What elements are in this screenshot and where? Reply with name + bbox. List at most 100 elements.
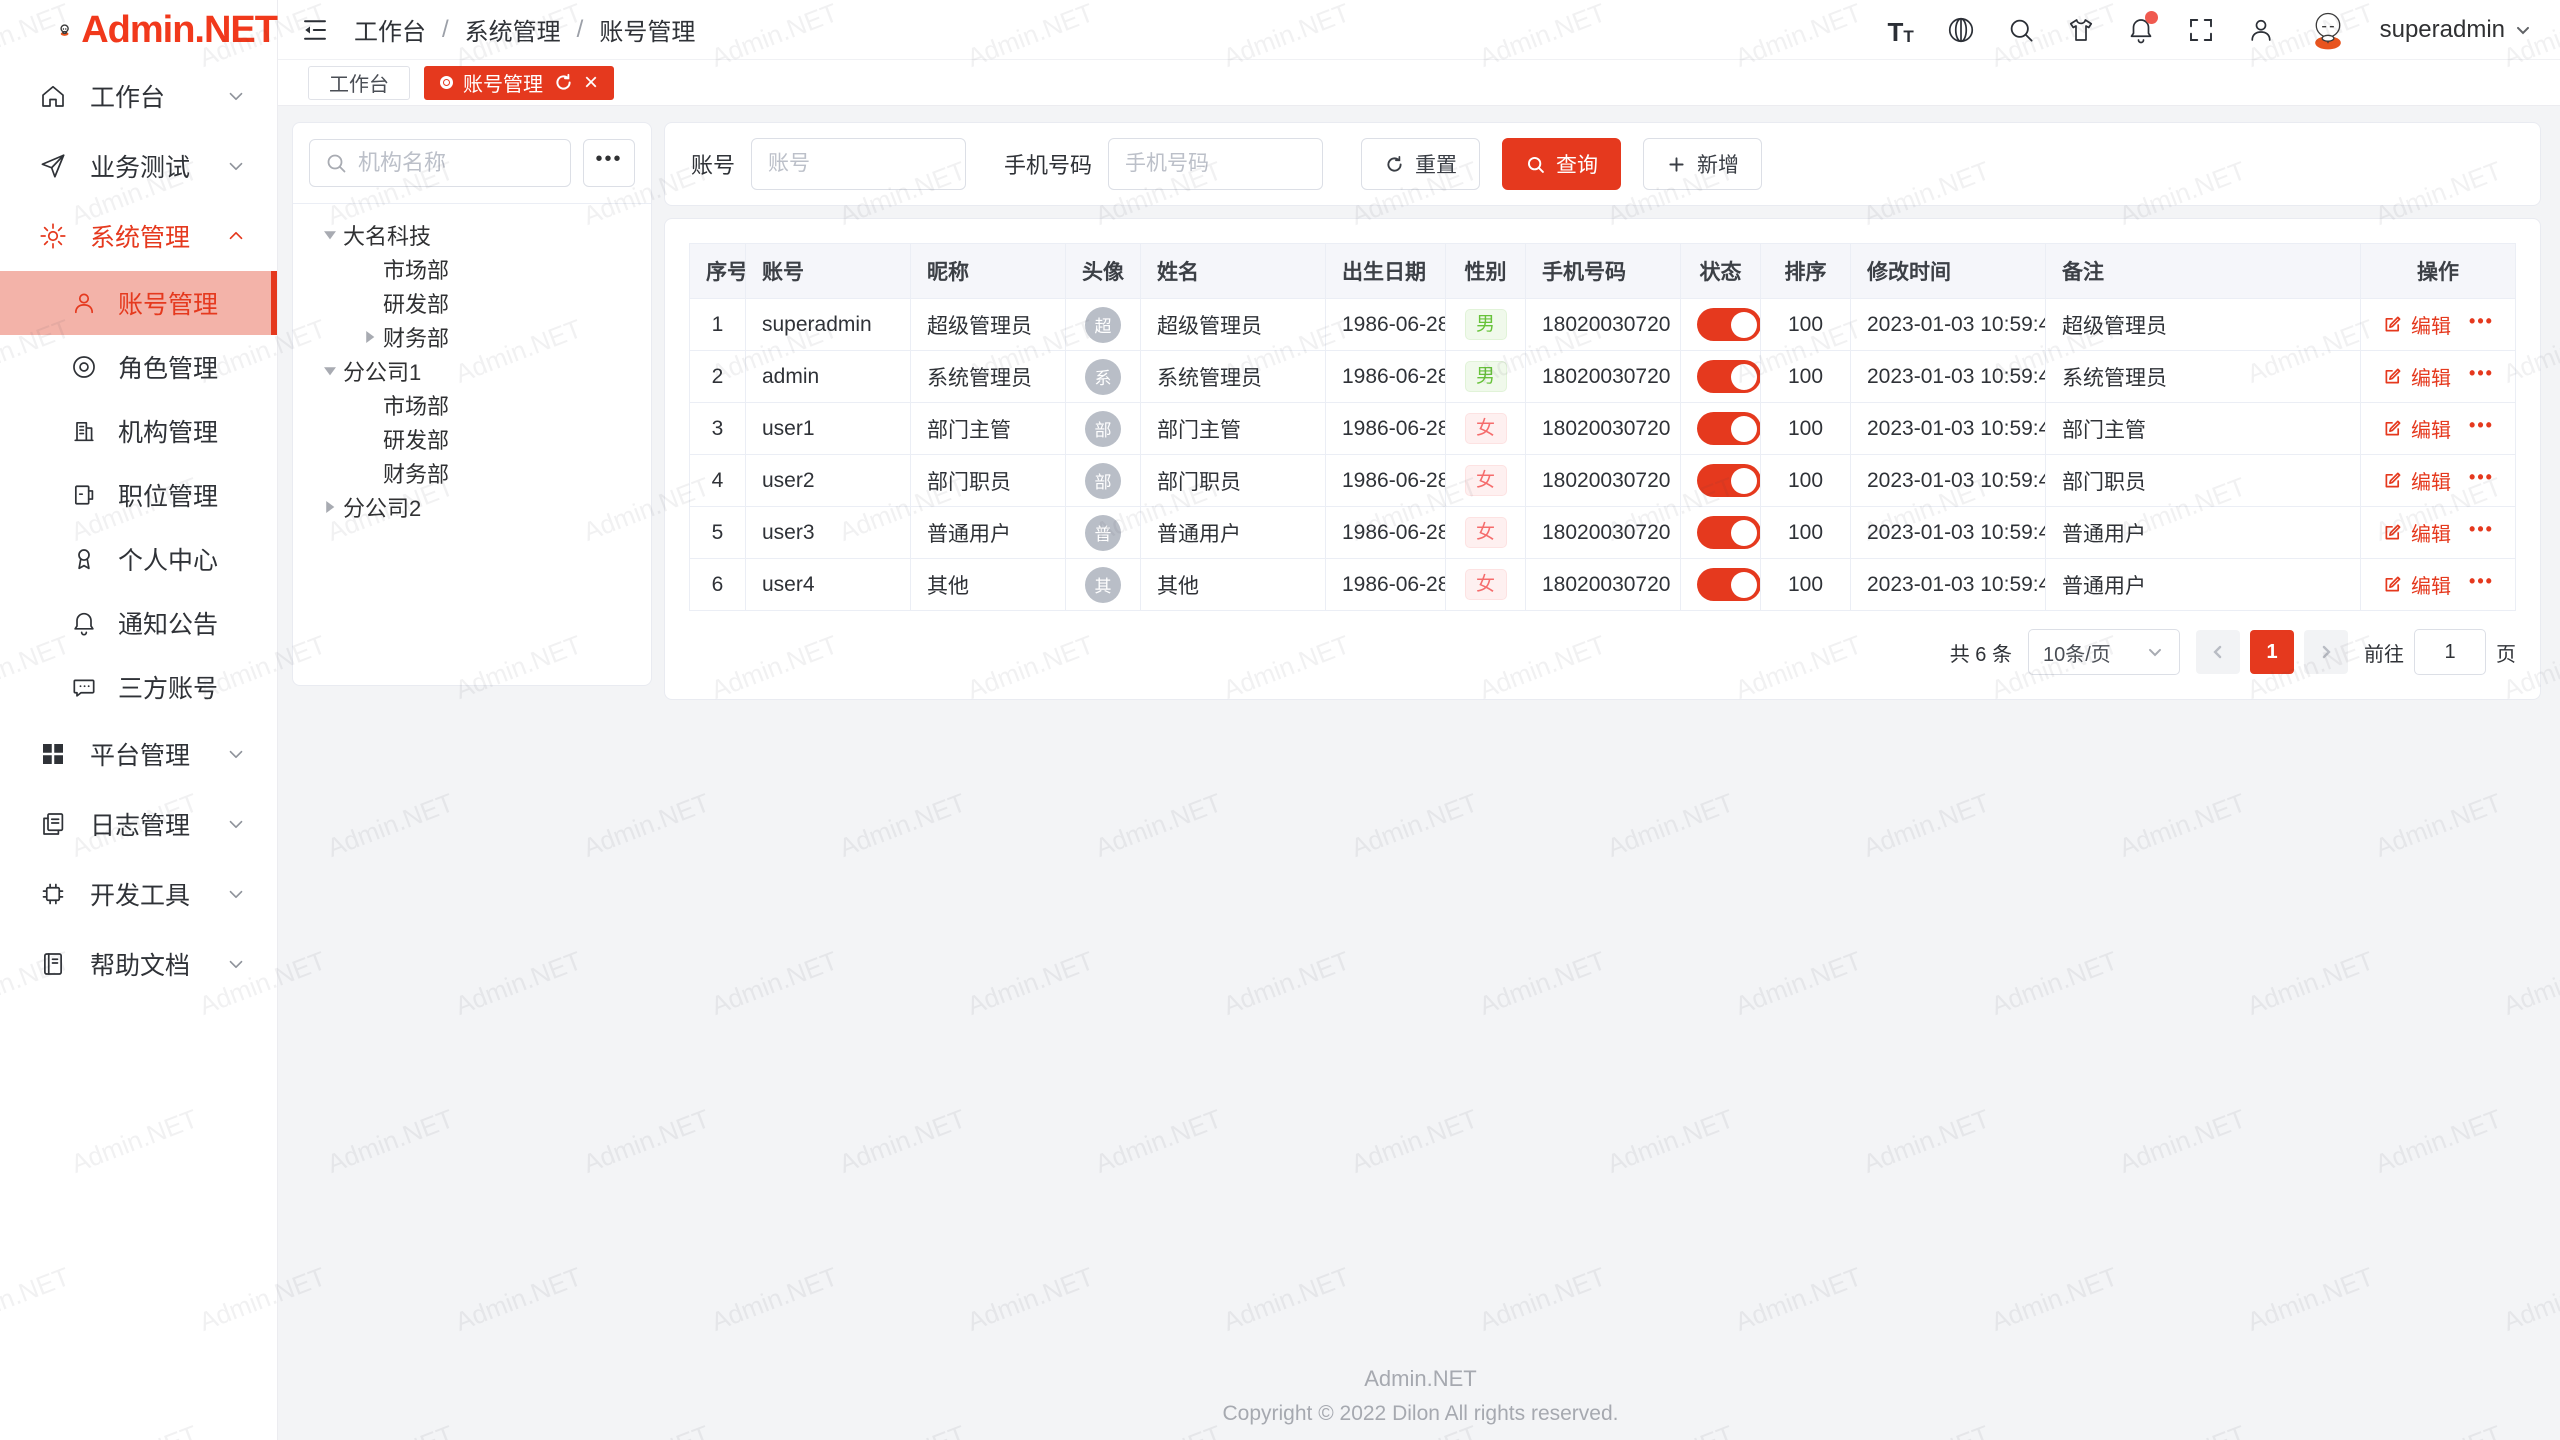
cell-avatar: 部 <box>1066 403 1141 455</box>
sidebar-subitem-机构管理[interactable]: 机构管理 <box>0 399 277 463</box>
org-search-box <box>309 139 571 187</box>
org-more-button[interactable]: ••• <box>583 139 635 187</box>
breadcrumb-item[interactable]: 账号管理 <box>599 12 695 47</box>
right-column: 账号 手机号码 重置 <box>664 122 2541 1440</box>
cell-index: 2 <box>690 351 746 403</box>
caret-down-icon[interactable] <box>317 222 343 248</box>
tree-node-研发部[interactable]: 研发部 <box>301 286 643 320</box>
phone-input[interactable] <box>1108 138 1323 190</box>
chat-icon <box>70 673 98 701</box>
tab-close-icon[interactable]: × <box>584 71 598 95</box>
more-actions-button[interactable]: ••• <box>2469 571 2494 598</box>
sidebar-item-开发工具[interactable]: 开发工具 <box>0 859 277 929</box>
theme-icon[interactable] <box>2066 15 2096 45</box>
sidebar-item-业务测试[interactable]: 业务测试 <box>0 131 277 201</box>
cell-actions: 编辑 ••• <box>2361 559 2516 611</box>
goto-page-input[interactable] <box>2414 629 2486 675</box>
tree-node-研发部[interactable]: 研发部 <box>301 422 643 456</box>
gender-badge: 男 <box>1465 361 1507 392</box>
sidebar-subitem-label: 角色管理 <box>118 349 218 385</box>
more-actions-button[interactable]: ••• <box>2469 311 2494 338</box>
edit-button[interactable]: 编辑 <box>2382 570 2451 599</box>
sidebar-item-日志管理[interactable]: 日志管理 <box>0 789 277 859</box>
caret-right-icon[interactable] <box>317 494 343 520</box>
tree-node-label: 分公司1 <box>343 355 421 387</box>
table-row: 3user1部门主管部部门主管1986-06-28女18020030720100… <box>690 403 2516 455</box>
tab-workbench[interactable]: 工作台 <box>308 66 410 100</box>
sidebar-subitem-通知公告[interactable]: 通知公告 <box>0 591 277 655</box>
notification-badge <box>2145 11 2158 24</box>
edit-button[interactable]: 编辑 <box>2382 518 2451 547</box>
edit-button[interactable]: 编辑 <box>2382 362 2451 391</box>
book-icon <box>38 949 68 979</box>
sidebar-item-系统管理[interactable]: 系统管理 <box>0 201 277 271</box>
sidebar-item-平台管理[interactable]: 平台管理 <box>0 719 277 789</box>
status-toggle[interactable] <box>1697 464 1761 497</box>
status-toggle[interactable] <box>1697 308 1761 341</box>
sidebar-subitem-个人中心[interactable]: 个人中心 <box>0 527 277 591</box>
status-toggle[interactable] <box>1697 360 1761 393</box>
tree-node-财务部[interactable]: 财务部 <box>301 320 643 354</box>
page-size-select[interactable]: 10条/页 <box>2028 629 2180 675</box>
account-input[interactable] <box>751 138 966 190</box>
cell-sort: 100 <box>1761 455 1851 507</box>
phone-label: 手机号码 <box>1004 148 1092 180</box>
tree-node-分公司1[interactable]: 分公司1 <box>301 354 643 388</box>
fullscreen-icon[interactable] <box>2186 15 2216 45</box>
more-actions-button[interactable]: ••• <box>2469 363 2494 390</box>
prev-page-button[interactable] <box>2196 630 2240 674</box>
user-avatar[interactable] <box>2306 8 2350 52</box>
status-toggle[interactable] <box>1697 516 1761 549</box>
account-label: 账号 <box>691 148 735 180</box>
user-icon[interactable] <box>2246 15 2276 45</box>
next-page-button[interactable] <box>2304 630 2348 674</box>
sidebar-item-工作台[interactable]: 工作台 <box>0 61 277 131</box>
tab-refresh-icon[interactable] <box>553 72 574 93</box>
page-number-active[interactable]: 1 <box>2250 630 2294 674</box>
tree-node-分公司2[interactable]: 分公司2 <box>301 490 643 524</box>
cell-index: 6 <box>690 559 746 611</box>
edit-button[interactable]: 编辑 <box>2382 310 2451 339</box>
caret-placeholder <box>357 392 383 418</box>
more-actions-button[interactable]: ••• <box>2469 467 2494 494</box>
breadcrumb-item[interactable]: 工作台 <box>354 12 426 47</box>
language-icon[interactable] <box>1946 15 1976 45</box>
chevron-down-icon <box>225 85 247 107</box>
home-icon <box>38 81 68 111</box>
cell-actions: 编辑 ••• <box>2361 403 2516 455</box>
sidebar-item-帮助文档[interactable]: 帮助文档 <box>0 929 277 999</box>
tree-node-市场部[interactable]: 市场部 <box>301 388 643 422</box>
more-actions-button[interactable]: ••• <box>2469 519 2494 546</box>
cell-sort: 100 <box>1761 351 1851 403</box>
table-row: 6user4其他其其他1986-06-28女180200307201002023… <box>690 559 2516 611</box>
collapse-sidebar-icon[interactable] <box>300 15 330 45</box>
breadcrumb-item[interactable]: 系统管理 <box>465 12 561 47</box>
more-actions-button[interactable]: ••• <box>2469 415 2494 442</box>
query-button[interactable]: 查询 <box>1502 138 1621 190</box>
sidebar-subitem-职位管理[interactable]: 职位管理 <box>0 463 277 527</box>
column-header-index: 序号 <box>690 244 746 299</box>
user-menu[interactable]: superadmin <box>2380 16 2533 44</box>
status-toggle[interactable] <box>1697 568 1761 601</box>
tree-node-财务部[interactable]: 财务部 <box>301 456 643 490</box>
sidebar-subitem-账号管理[interactable]: 账号管理 <box>0 271 277 335</box>
reset-button[interactable]: 重置 <box>1361 138 1480 190</box>
cell-nickname: 普通用户 <box>911 507 1066 559</box>
edit-button[interactable]: 编辑 <box>2382 414 2451 443</box>
caret-right-icon[interactable] <box>357 324 383 350</box>
goto-label: 前往 <box>2364 638 2404 667</box>
status-toggle[interactable] <box>1697 412 1761 445</box>
caret-down-icon[interactable] <box>317 358 343 384</box>
add-button[interactable]: 新增 <box>1643 138 1762 190</box>
tree-node-大名科技[interactable]: 大名科技 <box>301 218 643 252</box>
tree-node-市场部[interactable]: 市场部 <box>301 252 643 286</box>
cell-status <box>1681 403 1761 455</box>
sidebar-subitem-角色管理[interactable]: 角色管理 <box>0 335 277 399</box>
font-size-icon[interactable]: TT <box>1886 15 1916 45</box>
sidebar-subitem-三方账号[interactable]: 三方账号 <box>0 655 277 719</box>
edit-button[interactable]: 编辑 <box>2382 466 2451 495</box>
org-search-input[interactable] <box>358 150 556 176</box>
notification-icon[interactable] <box>2126 15 2156 45</box>
search-icon[interactable] <box>2006 15 2036 45</box>
tab-account-management[interactable]: 账号管理 × <box>424 66 614 100</box>
